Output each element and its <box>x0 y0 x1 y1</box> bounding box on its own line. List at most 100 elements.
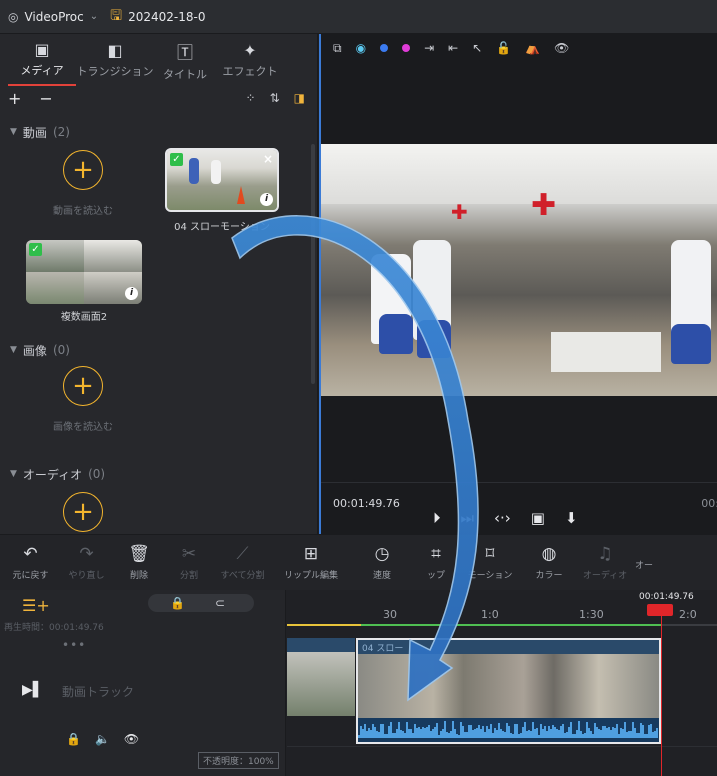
pointer-icon[interactable]: ↖ <box>472 41 482 55</box>
ripple-edit-button[interactable]: ⊞ リップル編集 <box>271 544 351 581</box>
import-image-button[interactable]: + 画像を読込む <box>28 366 138 433</box>
sort-icon[interactable]: ⇅ <box>270 91 280 105</box>
crop-icon: ⌗ <box>431 544 441 564</box>
screenshot-icon[interactable]: ▣ <box>531 509 545 527</box>
clip-label: 複数画面2 <box>289 642 331 652</box>
opacity-badge: 不透明度：100% <box>198 752 279 769</box>
collapse-triangle-icon: ▼ <box>10 127 17 137</box>
track-volume-icon[interactable]: 🔈 <box>95 732 110 746</box>
figure-shape <box>379 314 413 354</box>
add-track-icon[interactable]: ☰+ <box>22 596 50 615</box>
mark-icon[interactable]: ⧉ <box>333 41 342 56</box>
tab-title[interactable]: 🅃 タイトル <box>154 34 216 86</box>
track-header-panel: ☰+ 🔒 ⊂ 再生時間：00:01:49.76 ••• ▶▌ 動画トラック 🔒 … <box>0 590 286 776</box>
snapshot-icon[interactable]: ⛺ <box>525 41 540 55</box>
collapse-triangle-icon: ▼ <box>10 469 17 479</box>
speed-button[interactable]: ◷ 速度 <box>351 544 413 581</box>
red-cross-icon: ✚ <box>451 200 468 224</box>
export-icon[interactable]: ⬇ <box>565 509 578 527</box>
media-scrollbar[interactable] <box>311 144 315 384</box>
eye-icon[interactable]: 👁 <box>554 41 569 55</box>
step-icon[interactable]: ⏭ <box>461 509 475 527</box>
clip-thumbnail-multiscreen[interactable]: ✓ i <box>26 240 142 304</box>
undo-icon: ↶ <box>23 544 38 564</box>
playhead-handle[interactable] <box>647 604 673 616</box>
red-cross-icon: ✚ <box>531 188 557 223</box>
effect-icon: ✦ <box>243 41 257 60</box>
checked-icon: ✓ <box>170 153 183 166</box>
color-button[interactable]: ◍ カラー <box>521 544 577 581</box>
play-duration: 再生時間：00:01:49.76 <box>4 623 104 633</box>
audio-icon: ♫ <box>597 544 613 564</box>
close-icon[interactable]: × <box>263 152 273 166</box>
timeline-clip-slowmotion[interactable]: 04 スロー <box>356 638 661 744</box>
track-menu-icon[interactable]: ••• <box>62 638 86 652</box>
tab-transition[interactable]: ◧ トランジション <box>76 34 154 86</box>
import-video-button[interactable]: + 動画を読込む <box>28 150 138 217</box>
add-media-button[interactable]: + <box>8 89 21 108</box>
timeline-toggle[interactable] <box>148 594 254 612</box>
preview-panel: ⧉ ◉ ⇥ ⇤ ↖ 🔓 ⛺ 👁 ✚ ✚ 00:01:49.76 00: ⏵ ⏭ … <box>319 34 717 534</box>
chevron-down-icon[interactable]: ⌄ <box>90 11 98 22</box>
empty-track[interactable] <box>287 746 717 776</box>
audio-section-title[interactable]: ▼ オーディオ (0) <box>0 464 318 484</box>
color-ring-icon[interactable]: ◉ <box>356 41 366 55</box>
redo-button[interactable]: ↷ やり直し <box>59 544 114 581</box>
grid-view-icon[interactable]: ⁘ <box>246 91 256 105</box>
timeline-ruler[interactable]: 30 1:0 1:30 2:0 00:01:49.76 <box>287 590 717 630</box>
color-icon: ◍ <box>541 544 557 564</box>
split-icon: ✂ <box>181 544 197 564</box>
delete-icon: 🗑 <box>128 544 150 564</box>
track-lock-icon[interactable]: 🔒 <box>66 732 81 746</box>
media-panel: ▣ メディア ◧ トランジション 🅃 タイトル ✦ エフェクト + − ⁘ ⇅ … <box>0 34 318 534</box>
title-icon: 🅃 <box>176 42 193 62</box>
figure-shape <box>671 324 711 364</box>
tab-effect[interactable]: ✦ エフェクト <box>216 34 284 86</box>
image-section-title[interactable]: ▼ 画像 (0) <box>0 340 318 360</box>
remove-media-button[interactable]: − <box>39 89 52 108</box>
collapse-triangle-icon: ▼ <box>10 345 17 355</box>
motion-button[interactable]: ⌑ モーション <box>459 544 521 581</box>
blue-dot-icon[interactable] <box>380 44 389 52</box>
preview-toolbar: ⧉ ◉ ⇥ ⇤ ↖ 🔓 ⛺ 👁 <box>321 34 717 62</box>
playhead-line <box>661 616 662 776</box>
ruler-tick: 1:30 <box>579 608 604 621</box>
track-eye-icon[interactable]: 👁 <box>124 732 139 746</box>
ruler-green-range <box>361 624 661 626</box>
panel-toggle-icon[interactable]: ◨ <box>294 91 305 105</box>
preview-video[interactable]: ✚ ✚ <box>321 144 717 396</box>
tab-media[interactable]: ▣ メディア <box>8 34 76 86</box>
trim-icon[interactable]: ‹·› <box>494 509 511 527</box>
import-audio-button[interactable]: + <box>28 492 138 532</box>
video-section-title[interactable]: ▼ 動画 (2) <box>0 122 318 142</box>
audio2-button[interactable]: オー <box>633 554 655 571</box>
magenta-dot-icon[interactable] <box>402 44 411 52</box>
videoproc-logo-icon: ◎ <box>8 9 19 24</box>
video-section: ▼ 動画 (2) <box>0 122 318 142</box>
video-track-icon: ▶▌ <box>22 682 44 698</box>
audio-button[interactable]: ♫ オーディオ <box>577 544 633 581</box>
magnet-icon[interactable]: ⊂ <box>215 596 225 610</box>
checked-icon: ✓ <box>29 243 42 256</box>
in-point-icon[interactable]: ⇥ <box>424 41 434 55</box>
figure-shape <box>417 320 451 358</box>
split-button[interactable]: ✂ 分割 <box>164 544 214 581</box>
split-all-icon: ⟋ <box>236 544 249 564</box>
app-name[interactable]: VideoProc <box>24 10 83 24</box>
info-icon[interactable]: i <box>125 287 138 300</box>
save-icon[interactable]: 🖫 <box>110 5 122 29</box>
out-point-icon[interactable]: ⇤ <box>448 41 458 55</box>
split-all-button[interactable]: ⟋ すべて分割 <box>214 544 271 581</box>
delete-button[interactable]: 🗑 削除 <box>114 544 164 581</box>
current-timecode: 00:01:49.76 <box>333 497 400 510</box>
undo-button[interactable]: ↶ 元に戻す <box>2 544 59 581</box>
lock-icon[interactable]: 🔒 <box>170 596 185 610</box>
timeline: ☰+ 🔒 ⊂ 再生時間：00:01:49.76 ••• ▶▌ 動画トラック 🔒 … <box>0 590 717 776</box>
clip-thumbnail-slowmotion[interactable]: ✓ × i <box>165 148 279 212</box>
timeline-clip-multiscreen[interactable]: 複数画面2 <box>287 638 355 716</box>
crop-button[interactable]: ⌗ ップ <box>413 544 459 581</box>
ruler-tick: 2:0 <box>679 608 697 621</box>
lock-icon[interactable]: 🔓 <box>496 41 511 55</box>
play-icon[interactable]: ⏵ <box>433 509 441 527</box>
info-icon[interactable]: i <box>260 193 273 206</box>
